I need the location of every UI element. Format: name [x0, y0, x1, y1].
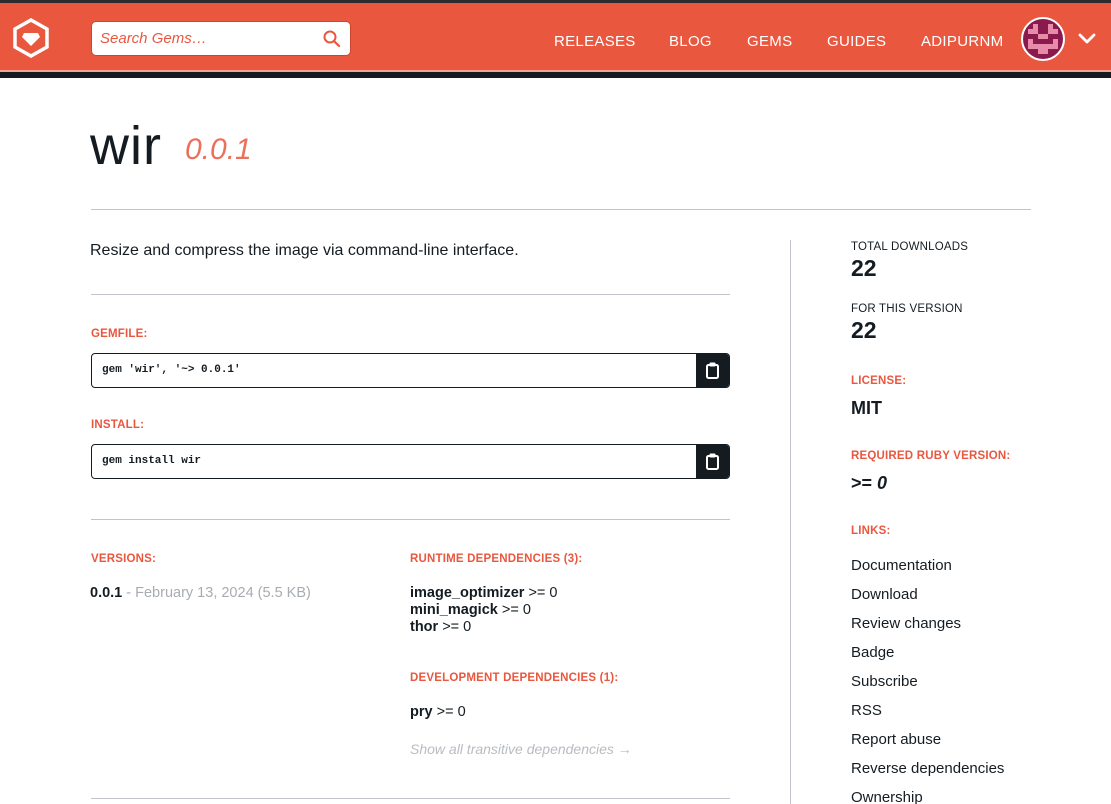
ruby-version-value: >= 0	[851, 473, 887, 494]
total-downloads-count: 22	[851, 255, 877, 281]
install-codebox[interactable]: gem install wir	[91, 444, 730, 479]
copy-install-button[interactable]	[696, 445, 729, 478]
version-downloads-label: FOR THIS VERSION	[851, 303, 963, 315]
version-meta: - February 13, 2024 (5.5 KB)	[122, 585, 311, 601]
link-documentation[interactable]: Documentation	[851, 557, 952, 574]
version-link[interactable]: 0.0.1	[90, 585, 122, 601]
clipboard-icon	[706, 362, 719, 379]
title-divider	[91, 209, 1031, 210]
site-header: RELEASES BLOG GEMS GUIDES ADIPURNM	[0, 3, 1111, 70]
nav-guides[interactable]: GUIDES	[827, 33, 886, 50]
clipboard-icon	[706, 453, 719, 470]
dependency-requirement: >= 0	[432, 704, 466, 720]
dependency-link[interactable]: mini_magick	[410, 602, 498, 618]
transitive-dependencies-link[interactable]: Show all transitive dependencies →	[410, 741, 632, 757]
version-item: 0.0.1 - February 13, 2024 (5.5 KB)	[90, 585, 311, 601]
version-downloads-count: 22	[851, 317, 877, 343]
chevron-down-icon[interactable]	[1078, 33, 1096, 45]
links-label: LINKS:	[851, 525, 891, 537]
ruby-version-operator: >=	[851, 473, 873, 493]
nav-gems[interactable]: GEMS	[747, 33, 792, 50]
search-icon[interactable]	[322, 29, 342, 49]
gem-description: Resize and compress the image via comman…	[90, 242, 519, 259]
ruby-version-number: 0	[877, 473, 888, 493]
link-badge[interactable]: Badge	[851, 644, 894, 661]
sidebar-divider	[790, 240, 791, 804]
dependency-item: image_optimizer >= 0	[410, 585, 557, 601]
avatar-identicon-icon	[1023, 19, 1063, 59]
license-value: MIT	[851, 398, 882, 418]
gemfile-codebox[interactable]: gem 'wir', '~> 0.0.1'	[91, 353, 730, 388]
link-reverse-dependencies[interactable]: Reverse dependencies	[851, 760, 1004, 777]
gemfile-code[interactable]: gem 'wir', '~> 0.0.1'	[102, 364, 241, 376]
gemfile-label: GEMFILE:	[91, 328, 148, 340]
dependency-requirement: >= 0	[497, 602, 531, 618]
runtime-dependencies-label: RUNTIME DEPENDENCIES (3):	[410, 553, 583, 565]
install-code[interactable]: gem install wir	[102, 455, 201, 467]
dependency-link[interactable]: pry	[410, 704, 433, 720]
install-label: INSTALL:	[91, 419, 145, 431]
description-divider	[91, 294, 730, 295]
gem-version: 0.0.1	[185, 133, 252, 166]
install-divider	[91, 519, 730, 520]
link-review-changes[interactable]: Review changes	[851, 615, 961, 632]
link-ownership[interactable]: Ownership	[851, 789, 923, 804]
dependency-link[interactable]: thor	[410, 619, 438, 635]
link-subscribe[interactable]: Subscribe	[851, 673, 918, 690]
dependency-item: mini_magick >= 0	[410, 602, 531, 618]
link-report-abuse[interactable]: Report abuse	[851, 731, 941, 748]
gem-name: wir	[90, 116, 162, 176]
dependency-item: thor >= 0	[410, 619, 471, 635]
header-bottom-bar	[0, 70, 1111, 78]
versions-label: VERSIONS:	[91, 553, 157, 565]
rubygems-logo-icon[interactable]	[12, 18, 50, 58]
dependency-link[interactable]: image_optimizer	[410, 585, 524, 601]
nav-blog[interactable]: BLOG	[669, 33, 712, 50]
avatar[interactable]	[1021, 17, 1065, 61]
gem-title: wir	[90, 115, 162, 177]
dependency-item: pry >= 0	[410, 704, 466, 720]
link-download[interactable]: Download	[851, 586, 918, 603]
copy-gemfile-button[interactable]	[696, 354, 729, 387]
dependency-requirement: >= 0	[524, 585, 558, 601]
development-dependencies-label: DEVELOPMENT DEPENDENCIES (1):	[410, 672, 619, 684]
bottom-divider	[91, 798, 730, 799]
dependency-requirement: >= 0	[438, 619, 472, 635]
license-label: LICENSE:	[851, 375, 907, 387]
search-box	[91, 21, 351, 56]
search-input[interactable]	[92, 22, 317, 55]
nav-user[interactable]: ADIPURNM	[921, 33, 1003, 50]
link-rss[interactable]: RSS	[851, 702, 882, 719]
ruby-version-label: REQUIRED RUBY VERSION:	[851, 450, 1011, 462]
nav-releases[interactable]: RELEASES	[554, 33, 636, 50]
total-downloads-label: TOTAL DOWNLOADS	[851, 241, 969, 253]
